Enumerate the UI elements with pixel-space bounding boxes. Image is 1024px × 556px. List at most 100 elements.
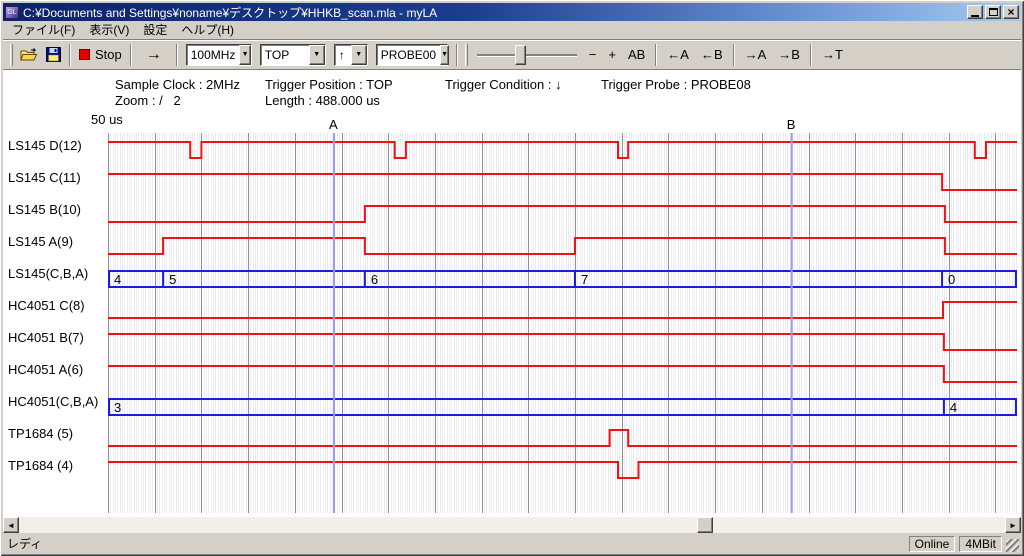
chevron-down-icon[interactable]: ▼ xyxy=(351,45,367,65)
toolbar-separator xyxy=(69,44,71,66)
move-a-left-button[interactable]: ←A xyxy=(661,43,695,67)
ab-range-button[interactable]: AB xyxy=(622,43,651,67)
menu-view[interactable]: 表示(V) xyxy=(82,19,136,41)
channel-label: HC4051 A(6) xyxy=(8,362,83,378)
waveform-plot[interactable]: 4567034 xyxy=(108,133,1017,513)
horizontal-scrollbar[interactable]: ◄ ► xyxy=(3,517,1021,533)
stop-icon xyxy=(79,49,90,60)
channel-label: TP1684 (4) xyxy=(8,458,73,474)
close-icon: × xyxy=(1007,7,1014,17)
zoom-slider[interactable] xyxy=(477,44,577,66)
move-b-left-button[interactable]: ←B xyxy=(695,43,729,67)
status-message: レディ xyxy=(7,535,905,552)
bus-value: 5 xyxy=(169,272,176,287)
bus-value: 7 xyxy=(581,272,588,287)
toolbar-separator xyxy=(456,44,458,66)
minimize-icon xyxy=(971,15,979,17)
menu-file[interactable]: ファイル(F) xyxy=(5,19,82,41)
bus-value: 6 xyxy=(371,272,378,287)
bus-value: 0 xyxy=(948,272,955,287)
chevron-down-icon[interactable]: ▼ xyxy=(440,45,449,65)
cursor-b-label[interactable]: B xyxy=(787,117,796,132)
move-b-right-button[interactable]: →B xyxy=(772,43,806,67)
scrollbar-thumb[interactable] xyxy=(697,517,713,533)
channel-label: HC4051 B(7) xyxy=(8,330,84,346)
scroll-left-icon: ◄ xyxy=(7,521,15,530)
close-button[interactable]: × xyxy=(1003,5,1019,19)
run-arrow-icon: → xyxy=(146,46,162,64)
open-folder-icon xyxy=(20,47,38,62)
minimize-button[interactable] xyxy=(967,5,983,19)
toolbar-grip xyxy=(465,44,468,66)
trigger-condition-info: Trigger Condition : ↓ xyxy=(445,77,562,92)
zoom-out-button[interactable]: − xyxy=(583,43,603,67)
chevron-down-icon[interactable]: ▼ xyxy=(239,45,250,65)
waveform-trace xyxy=(108,302,1017,318)
maximize-button[interactable] xyxy=(985,5,1001,19)
resize-grip-icon[interactable] xyxy=(1006,539,1019,552)
online-status-badge: Online xyxy=(909,536,956,552)
sample-clock-combo[interactable]: 100MHz ▼ xyxy=(186,44,252,66)
waveform-trace xyxy=(108,142,1017,158)
app-icon: GL xyxy=(5,6,19,19)
menu-bar: ファイル(F) 表示(V) 設定 ヘルプ(H) xyxy=(3,21,1021,40)
channel-label: TP1684 (5) xyxy=(8,426,73,442)
stop-button[interactable]: Stop xyxy=(75,43,126,67)
move-a-right-button[interactable]: →A xyxy=(739,43,773,67)
maximize-icon xyxy=(989,8,998,16)
run-button[interactable]: → xyxy=(136,43,172,67)
channel-label: LS145 A(9) xyxy=(8,234,73,250)
time-scale-label: 50 us xyxy=(91,112,123,127)
trigger-probe-info: Trigger Probe : PROBE08 xyxy=(601,77,751,92)
length-info: Length : 488.000 us xyxy=(265,93,380,108)
save-file-button[interactable] xyxy=(42,43,65,67)
status-bar: レディ Online 4MBit xyxy=(3,533,1021,553)
bus-value: 4 xyxy=(114,272,121,287)
toolbar-separator xyxy=(655,44,657,66)
channel-label: LS145(C,B,A) xyxy=(8,266,88,282)
chevron-down-icon[interactable]: ▼ xyxy=(309,45,325,65)
toolbar-separator xyxy=(176,44,178,66)
trigger-position-combo[interactable]: TOP ▼ xyxy=(260,44,326,66)
toolbar-separator xyxy=(810,44,812,66)
sample-clock-value: 100MHz xyxy=(187,45,240,65)
window-title: C:¥Documents and Settings¥noname¥デスクトップ¥… xyxy=(23,4,965,21)
channel-label: LS145 C(11) xyxy=(8,170,81,186)
trigger-edge-value: ↑ xyxy=(335,45,351,65)
toolbar-grip xyxy=(10,44,13,66)
channel-label: HC4051 C(8) xyxy=(8,298,85,314)
zoom-slider-thumb[interactable] xyxy=(515,45,526,65)
waveform-trace xyxy=(108,334,1017,350)
channel-label: LS145 D(12) xyxy=(8,138,82,154)
trigger-probe-combo[interactable]: PROBE00 ▼ xyxy=(376,44,448,66)
waveform-trace xyxy=(108,462,1017,478)
trigger-probe-value: PROBE00 xyxy=(377,45,440,65)
channel-label: HC4051(C,B,A) xyxy=(8,394,98,410)
scroll-right-button[interactable]: ► xyxy=(1005,517,1021,533)
waveform-trace xyxy=(108,366,1017,382)
save-floppy-icon xyxy=(46,47,61,62)
waveform-trace xyxy=(108,238,1017,254)
menu-settings[interactable]: 設定 xyxy=(136,19,174,41)
trigger-position-info: Trigger Position : TOP xyxy=(265,77,393,92)
zoom-in-button[interactable]: + xyxy=(602,43,622,67)
waveform-trace xyxy=(108,206,1017,222)
app-window: GL C:¥Documents and Settings¥noname¥デスクト… xyxy=(0,0,1024,556)
menu-help[interactable]: ヘルプ(H) xyxy=(174,19,241,41)
channel-label: LS145 B(10) xyxy=(8,202,81,218)
zoom-info: Zoom : / 2 xyxy=(115,93,181,108)
goto-trigger-button[interactable]: →T xyxy=(816,43,849,67)
memory-status-badge: 4MBit xyxy=(959,536,1002,552)
trigger-position-value: TOP xyxy=(261,45,309,65)
trigger-edge-combo[interactable]: ↑ ▼ xyxy=(334,44,368,66)
toolbar: Stop → 100MHz ▼ TOP ▼ ↑ ▼ PROBE00 ▼ xyxy=(3,40,1021,70)
sample-clock-info: Sample Clock : 2MHz xyxy=(115,77,240,92)
scroll-right-icon: ► xyxy=(1009,521,1017,530)
scroll-left-button[interactable]: ◄ xyxy=(3,517,19,533)
stop-label: Stop xyxy=(95,47,122,62)
waveform-svg[interactable]: 4567034 xyxy=(108,133,1017,513)
zoom-slider-track xyxy=(477,54,577,56)
cursor-a-label[interactable]: A xyxy=(329,117,338,132)
bus-value: 3 xyxy=(114,400,121,415)
open-file-button[interactable] xyxy=(16,43,42,67)
